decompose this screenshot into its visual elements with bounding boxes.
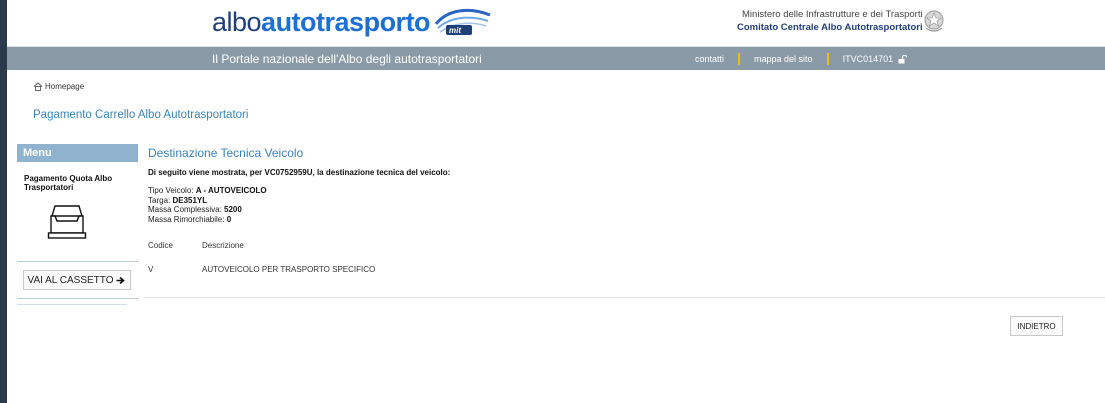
- vai-al-cassetto-button[interactable]: VAI AL CASSETTO: [23, 270, 131, 290]
- logo-albo-text: albo: [212, 6, 262, 37]
- nav-links: contatti mappa del sito ITVC014701: [695, 53, 908, 65]
- section-title: Destinazione Tecnica Veicolo: [148, 146, 304, 160]
- drawer-icon: [47, 205, 87, 239]
- tipo-veicolo-label: Tipo Veicolo:: [148, 186, 196, 195]
- nav-user-code[interactable]: ITVC014701: [843, 54, 894, 64]
- portal-title: Il Portale nazionale dell'Albo degli aut…: [212, 52, 482, 66]
- vehicle-info: Tipo Veicolo: A - AUTOVEICOLO Targa: DE3…: [148, 186, 267, 224]
- cell-codice: V: [148, 265, 154, 274]
- massa-rimorchiabile-row: Massa Rimorchiabile: 0: [148, 215, 267, 225]
- column-header-codice: Codice: [148, 241, 173, 250]
- massa-complessiva-row: Massa Complessiva: 5200: [148, 205, 267, 215]
- targa-label: Targa:: [148, 195, 173, 205]
- sidebar-item-pagamento-quota[interactable]: Pagamento Quota Albo Trasportatori: [17, 162, 134, 192]
- nav-link-contatti[interactable]: contatti: [695, 54, 724, 64]
- arrow-right-icon: [116, 276, 126, 284]
- sidebar-divider: [17, 261, 138, 262]
- page-title: Pagamento Carrello Albo Autotrasportator…: [33, 109, 249, 121]
- tipo-veicolo-row: Tipo Veicolo: A - AUTOVEICOLO: [148, 186, 267, 196]
- home-icon: [33, 82, 43, 91]
- sidebar-divider: [17, 298, 138, 299]
- massa-rimorchiabile-label: Massa Rimorchiabile:: [148, 214, 227, 224]
- app-window: albo autotrasporto mit Ministero delle In…: [0, 0, 1105, 403]
- ministry-text: Ministero delle Infrastrutture e dei Tra…: [737, 8, 923, 34]
- site-header: albo autotrasporto mit Ministero delle In…: [7, 0, 1105, 47]
- intro-text: Di seguito viene mostrata, per VC0752959…: [148, 168, 451, 177]
- breadcrumb-home-link[interactable]: Homepage: [45, 82, 84, 91]
- indietro-button[interactable]: INDIETRO: [1010, 316, 1063, 336]
- breadcrumb: Homepage: [33, 82, 84, 91]
- truck-road-icon: mit: [434, 8, 491, 35]
- targa-row: Targa: DE351YL: [148, 196, 267, 206]
- top-navbar: Il Portale nazionale dell'Albo degli aut…: [7, 47, 1105, 70]
- menu-header: Menu: [17, 144, 138, 162]
- table-header: Codice Descrizione: [148, 241, 244, 250]
- window-left-edge: [0, 0, 7, 403]
- table-row: V AUTOVEICOLO PER TRASPORTO SPECIFICO: [148, 265, 375, 274]
- cassetto-button-label: VAI AL CASSETTO: [27, 274, 114, 286]
- unlock-icon[interactable]: [898, 54, 908, 64]
- logo-autotrasporto-text: autotrasporto: [261, 6, 431, 37]
- ministry-line-1: Ministero delle Infrastrutture e dei Tra…: [742, 9, 923, 20]
- cell-descrizione: AUTOVEICOLO PER TRASPORTO SPECIFICO: [202, 265, 376, 274]
- republic-emblem-icon: [924, 10, 944, 32]
- nav-link-mappa-del-sito[interactable]: mappa del sito: [754, 54, 813, 64]
- column-header-descrizione: Descrizione: [202, 241, 244, 250]
- sidebar-divider: [17, 304, 127, 305]
- content-divider: [144, 297, 1105, 298]
- targa-value: DE351YL: [172, 195, 208, 205]
- massa-rimorchiabile-value: 0: [226, 214, 232, 224]
- site-logo[interactable]: albo autotrasporto mit: [212, 5, 492, 39]
- nav-separator: [738, 53, 741, 65]
- tipo-veicolo-value: A - AUTOVEICOLO: [195, 186, 267, 195]
- nav-separator: [826, 53, 829, 65]
- ministry-line-2: Comitato Centrale Albo Autotrasportatori: [737, 22, 923, 33]
- mit-badge-text: mit: [449, 26, 461, 35]
- massa-complessiva-label: Massa Complessiva:: [148, 205, 225, 214]
- sidebar-menu: Menu Pagamento Quota Albo Trasportatori …: [17, 144, 138, 305]
- massa-complessiva-value: 5200: [224, 205, 242, 214]
